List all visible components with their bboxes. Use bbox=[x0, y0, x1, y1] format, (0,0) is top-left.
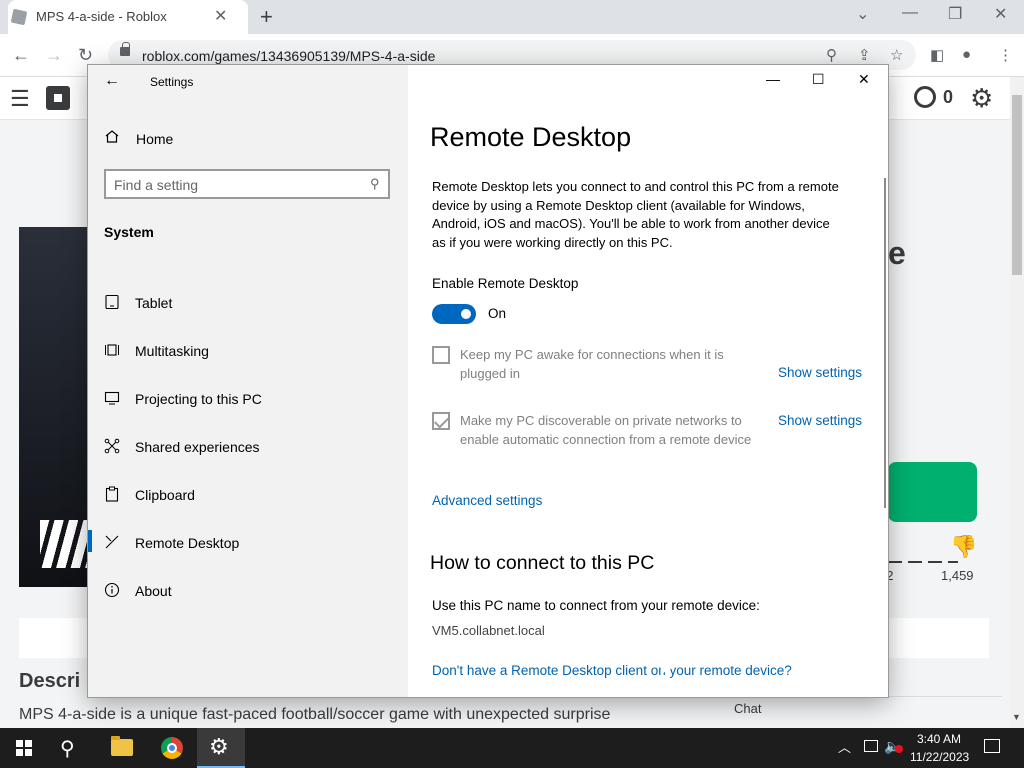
taskbar-search-icon[interactable]: ⚲ bbox=[60, 736, 75, 761]
search-placeholder[interactable]: Find a setting bbox=[114, 177, 198, 193]
keep-awake-checkbox[interactable] bbox=[432, 346, 450, 364]
chat-label[interactable]: Chat bbox=[734, 701, 761, 716]
sidebar-item-shared-experiences[interactable]: Shared experiences bbox=[135, 439, 260, 455]
hamburger-menu-icon[interactable]: ☰ bbox=[10, 86, 30, 112]
toggle-state-label: On bbox=[488, 306, 507, 321]
tab-close-icon[interactable]: ✕ bbox=[214, 6, 227, 26]
zoom-search-icon[interactable]: ⚲ bbox=[826, 46, 837, 64]
robux-count: 0 bbox=[943, 87, 954, 107]
chat-bar[interactable] bbox=[722, 696, 1002, 729]
nav-section-system: System bbox=[104, 224, 154, 240]
roblox-favicon-icon bbox=[10, 8, 28, 26]
page-title: Remote Desktop bbox=[430, 122, 632, 152]
back-arrow-icon[interactable]: ← bbox=[12, 45, 30, 66]
roblox-logo-icon[interactable] bbox=[46, 86, 70, 110]
chrome-menu-icon[interactable]: ⋮ bbox=[998, 46, 1013, 64]
nav-active-indicator bbox=[88, 530, 92, 552]
game-title-fragment: e bbox=[888, 235, 906, 271]
home-icon bbox=[105, 130, 119, 143]
url-text[interactable]: roblox.com/games/13436905139/MPS-4-a-sid… bbox=[142, 48, 435, 64]
game-thumbnail-logo bbox=[40, 520, 90, 568]
keep-awake-label: Keep my PC awake for connections when it… bbox=[460, 347, 724, 381]
lock-icon[interactable] bbox=[120, 42, 130, 56]
dislike-count: 1,459 bbox=[941, 568, 974, 583]
how-to-connect-heading: How to connect to this PC bbox=[430, 552, 655, 574]
tab-title: MPS 4-a-side - Roblox bbox=[36, 9, 167, 24]
discoverable-show-settings-link[interactable]: Show settings bbox=[778, 413, 862, 428]
content-scrollbar[interactable] bbox=[884, 178, 886, 508]
remote-desktop-icon bbox=[104, 534, 120, 550]
scroll-down-arrow-icon[interactable]: ▼ bbox=[1012, 712, 1021, 722]
nav-home[interactable]: Home bbox=[136, 131, 173, 147]
share-icon[interactable]: ⇪ bbox=[858, 46, 871, 64]
browser-close-icon[interactable]: ✕ bbox=[994, 4, 1007, 24]
tab-search-chevron-icon[interactable]: ⌄ bbox=[856, 4, 869, 24]
windows-start-icon[interactable] bbox=[16, 740, 32, 756]
settings-gear-icon[interactable]: ⚙ bbox=[209, 734, 229, 760]
chrome-icon[interactable] bbox=[161, 737, 183, 759]
page-scrollbar-thumb[interactable] bbox=[1012, 95, 1022, 275]
sidebar-item-about[interactable]: About bbox=[135, 583, 172, 599]
side-panel-icon[interactable]: ◧ bbox=[930, 46, 944, 64]
browser-minimize-icon[interactable]: — bbox=[902, 4, 918, 22]
pc-name-value: VM5.collabnet.local bbox=[432, 623, 545, 638]
maximize-icon[interactable]: ☐ bbox=[812, 71, 825, 88]
description-text: MPS 4-a-side is a unique fast-paced foot… bbox=[19, 706, 611, 723]
back-arrow-icon[interactable]: ← bbox=[104, 72, 120, 90]
new-tab-icon[interactable]: + bbox=[260, 4, 273, 30]
close-icon[interactable]: ✕ bbox=[858, 71, 870, 88]
tray-chevron-up-icon[interactable]: ︿ bbox=[838, 737, 851, 756]
rating-bar bbox=[888, 561, 958, 563]
sidebar-item-multitasking[interactable]: Multitasking bbox=[135, 343, 209, 359]
enable-remote-desktop-label: Enable Remote Desktop bbox=[432, 276, 579, 291]
browser-restore-icon[interactable]: ❐ bbox=[948, 4, 962, 24]
clipboard-icon bbox=[104, 486, 120, 502]
sidebar-item-tablet[interactable]: Tablet bbox=[135, 295, 172, 311]
projecting-icon bbox=[104, 390, 120, 406]
sidebar-item-remote-desktop[interactable]: Remote Desktop bbox=[135, 535, 239, 551]
settings-window: ← Settings Home Find a setting ⚲ System … bbox=[88, 65, 888, 697]
thumbs-down-icon[interactable]: 👎 bbox=[950, 534, 977, 560]
settings-nav-pane bbox=[88, 65, 408, 697]
notification-center-icon[interactable] bbox=[984, 739, 1000, 753]
advanced-settings-link[interactable]: Advanced settings bbox=[432, 493, 542, 508]
bookmark-star-icon[interactable]: ☆ bbox=[890, 46, 903, 64]
toggle-knob bbox=[461, 309, 471, 319]
multitasking-icon bbox=[104, 342, 120, 358]
forward-arrow-icon[interactable]: → bbox=[45, 45, 63, 66]
tablet-icon bbox=[104, 294, 120, 310]
robux-icon[interactable] bbox=[914, 86, 936, 108]
info-icon bbox=[104, 582, 120, 598]
profile-avatar-icon[interactable]: ● bbox=[962, 46, 971, 63]
file-explorer-icon[interactable] bbox=[111, 736, 133, 756]
intro-text: Remote Desktop lets you connect to and c… bbox=[432, 179, 839, 250]
pc-name-label: Use this PC name to connect from your re… bbox=[432, 598, 760, 613]
shared-experiences-icon bbox=[104, 438, 120, 454]
window-title: Settings bbox=[150, 75, 194, 89]
clock-time[interactable]: 3:40 AM bbox=[917, 732, 961, 746]
sidebar-item-projecting[interactable]: Projecting to this PC bbox=[135, 391, 262, 407]
description-heading: Descri bbox=[19, 670, 81, 692]
volume-muted-badge-icon bbox=[895, 745, 903, 753]
roblox-settings-gear-icon[interactable]: ⚙ bbox=[970, 83, 993, 114]
sidebar-item-clipboard[interactable]: Clipboard bbox=[135, 487, 195, 503]
clock-date[interactable]: 11/22/2023 bbox=[910, 750, 969, 764]
keep-awake-show-settings-link[interactable]: Show settings bbox=[778, 365, 862, 380]
play-button[interactable] bbox=[888, 462, 977, 522]
network-icon[interactable] bbox=[864, 740, 878, 752]
search-icon[interactable]: ⚲ bbox=[370, 176, 380, 192]
discoverable-label: Make my PC discoverable on private netwo… bbox=[460, 413, 752, 447]
no-client-link[interactable]: Don't have a Remote Desktop client on yo… bbox=[432, 663, 792, 678]
minimize-icon[interactable]: — bbox=[766, 71, 780, 87]
reload-icon[interactable]: ↻ bbox=[78, 45, 93, 66]
